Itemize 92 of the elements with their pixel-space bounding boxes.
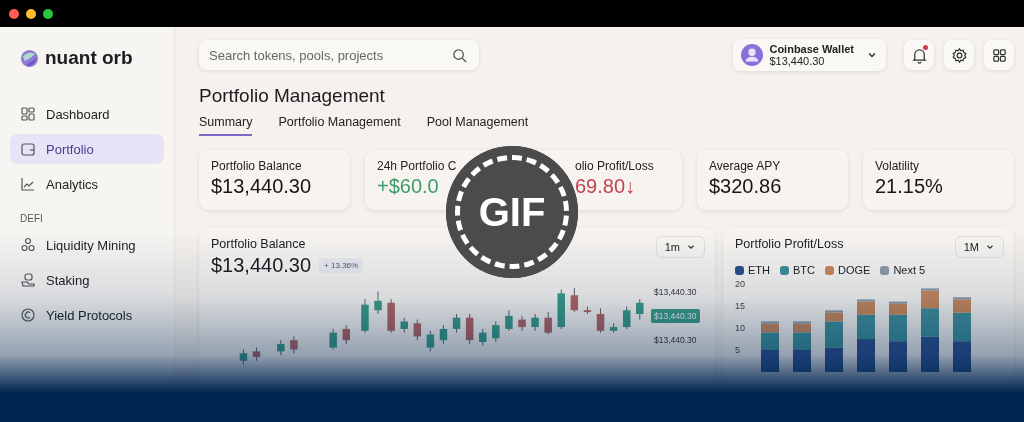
- candle: [239, 349, 248, 365]
- balance-value: $13,440.30: [211, 254, 312, 277]
- candle: [544, 311, 552, 335]
- nav-item[interactable]: Yield Protocols: [10, 300, 164, 330]
- bar-segment: [953, 341, 971, 372]
- price-label: $13,440.30: [653, 286, 698, 299]
- bar-segment: [857, 339, 875, 372]
- nav-item[interactable]: Analytics: [10, 169, 164, 199]
- brand-name: nuant orb: [45, 47, 133, 69]
- wallet-icon: [20, 141, 36, 157]
- bar-segment: [889, 341, 907, 372]
- grid-icon: [990, 46, 1008, 64]
- legend-label: Next 5: [893, 264, 926, 276]
- avatar-icon: [741, 44, 764, 66]
- candle: [531, 313, 539, 332]
- coin-icon: [20, 307, 36, 323]
- panel-title: Portfolio Profit/Loss: [735, 237, 844, 251]
- range-dropdown[interactable]: 1m: [655, 236, 705, 258]
- legend-label: BTC: [793, 264, 815, 276]
- section-label: DEFI: [20, 213, 44, 224]
- logo-icon: [20, 48, 39, 68]
- coins-icon: [20, 237, 36, 253]
- candle: [277, 339, 285, 356]
- legend-label: DOGE: [838, 264, 871, 276]
- nav-item[interactable]: Dashboard: [10, 99, 164, 129]
- y-tick-label: 15: [735, 301, 745, 311]
- legend-label: ETH: [748, 264, 770, 276]
- bar-segment: [921, 336, 939, 372]
- bar-segment: [793, 350, 811, 372]
- tab[interactable]: Portfolio Management: [278, 115, 401, 136]
- candle: [252, 347, 261, 362]
- stat-value: 69.80↓: [575, 175, 637, 198]
- panel-title: Portfolio Balance: [211, 237, 307, 251]
- candle: [387, 298, 395, 334]
- candle: [342, 324, 350, 345]
- search-icon: [452, 48, 467, 63]
- minimize-dot[interactable]: [26, 8, 36, 19]
- price-label: $13,440.30: [651, 309, 700, 323]
- hand-icon: [20, 272, 36, 288]
- settings-button[interactable]: [944, 40, 974, 70]
- stat-label: Portfolio Balance: [211, 159, 303, 173]
- apps-button[interactable]: [984, 40, 1014, 70]
- candle: [492, 321, 500, 343]
- page-title: Portfolio Management: [199, 85, 386, 107]
- stat-label: Average APY: [709, 159, 782, 173]
- candle: [361, 298, 369, 334]
- candle: [452, 313, 461, 334]
- candle: [609, 322, 618, 334]
- stat-label: Volatility: [875, 159, 921, 173]
- price-label: $13,440.30: [653, 334, 698, 347]
- tab[interactable]: Summary: [199, 115, 253, 136]
- candle: [465, 313, 474, 345]
- wallet-button[interactable]: Coinbase Wallet $13,440.30: [733, 39, 886, 71]
- bar-segment: [825, 347, 843, 372]
- candle: [583, 306, 592, 315]
- bar-segment: [761, 350, 779, 372]
- range-dropdown[interactable]: 1M: [954, 236, 1004, 258]
- candle: [290, 335, 298, 354]
- close-dot[interactable]: [9, 8, 19, 19]
- candle: [400, 317, 408, 334]
- candle: [518, 315, 526, 332]
- change-badge: + 13.36%: [319, 258, 364, 273]
- stat-value: $13,440.30: [211, 175, 313, 198]
- candle: [596, 307, 605, 334]
- candle: [413, 319, 422, 341]
- stat-value: $320.86: [709, 175, 783, 198]
- nav-item[interactable]: Staking: [10, 265, 164, 295]
- chart-icon: [20, 176, 36, 192]
- bell-icon: [910, 46, 928, 64]
- maximize-dot[interactable]: [43, 8, 53, 19]
- candle: [505, 309, 513, 332]
- tab[interactable]: Pool Management: [426, 115, 529, 136]
- candle: [557, 289, 565, 330]
- nav-item[interactable]: Portfolio: [10, 134, 164, 164]
- stat-label: olio Profit/Loss: [575, 159, 655, 173]
- candle: [479, 328, 487, 347]
- candle: [426, 330, 435, 352]
- grid-icon: [20, 106, 36, 122]
- candle: [374, 291, 382, 315]
- candle: [622, 306, 631, 330]
- settings-icon: [950, 46, 968, 64]
- notifications-button[interactable]: [904, 40, 934, 70]
- search-field[interactable]: Search tokens, pools, projects: [199, 40, 479, 70]
- y-tick-label: 10: [735, 323, 745, 333]
- candle: [636, 298, 644, 321]
- y-tick-label: 20: [735, 280, 745, 289]
- stat-value: 21.15%: [875, 175, 944, 198]
- candle: [329, 328, 337, 350]
- candle: [439, 324, 448, 345]
- stat-value: +$60.0: [377, 175, 440, 198]
- y-tick-label: 5: [735, 345, 740, 355]
- candle: [570, 287, 579, 313]
